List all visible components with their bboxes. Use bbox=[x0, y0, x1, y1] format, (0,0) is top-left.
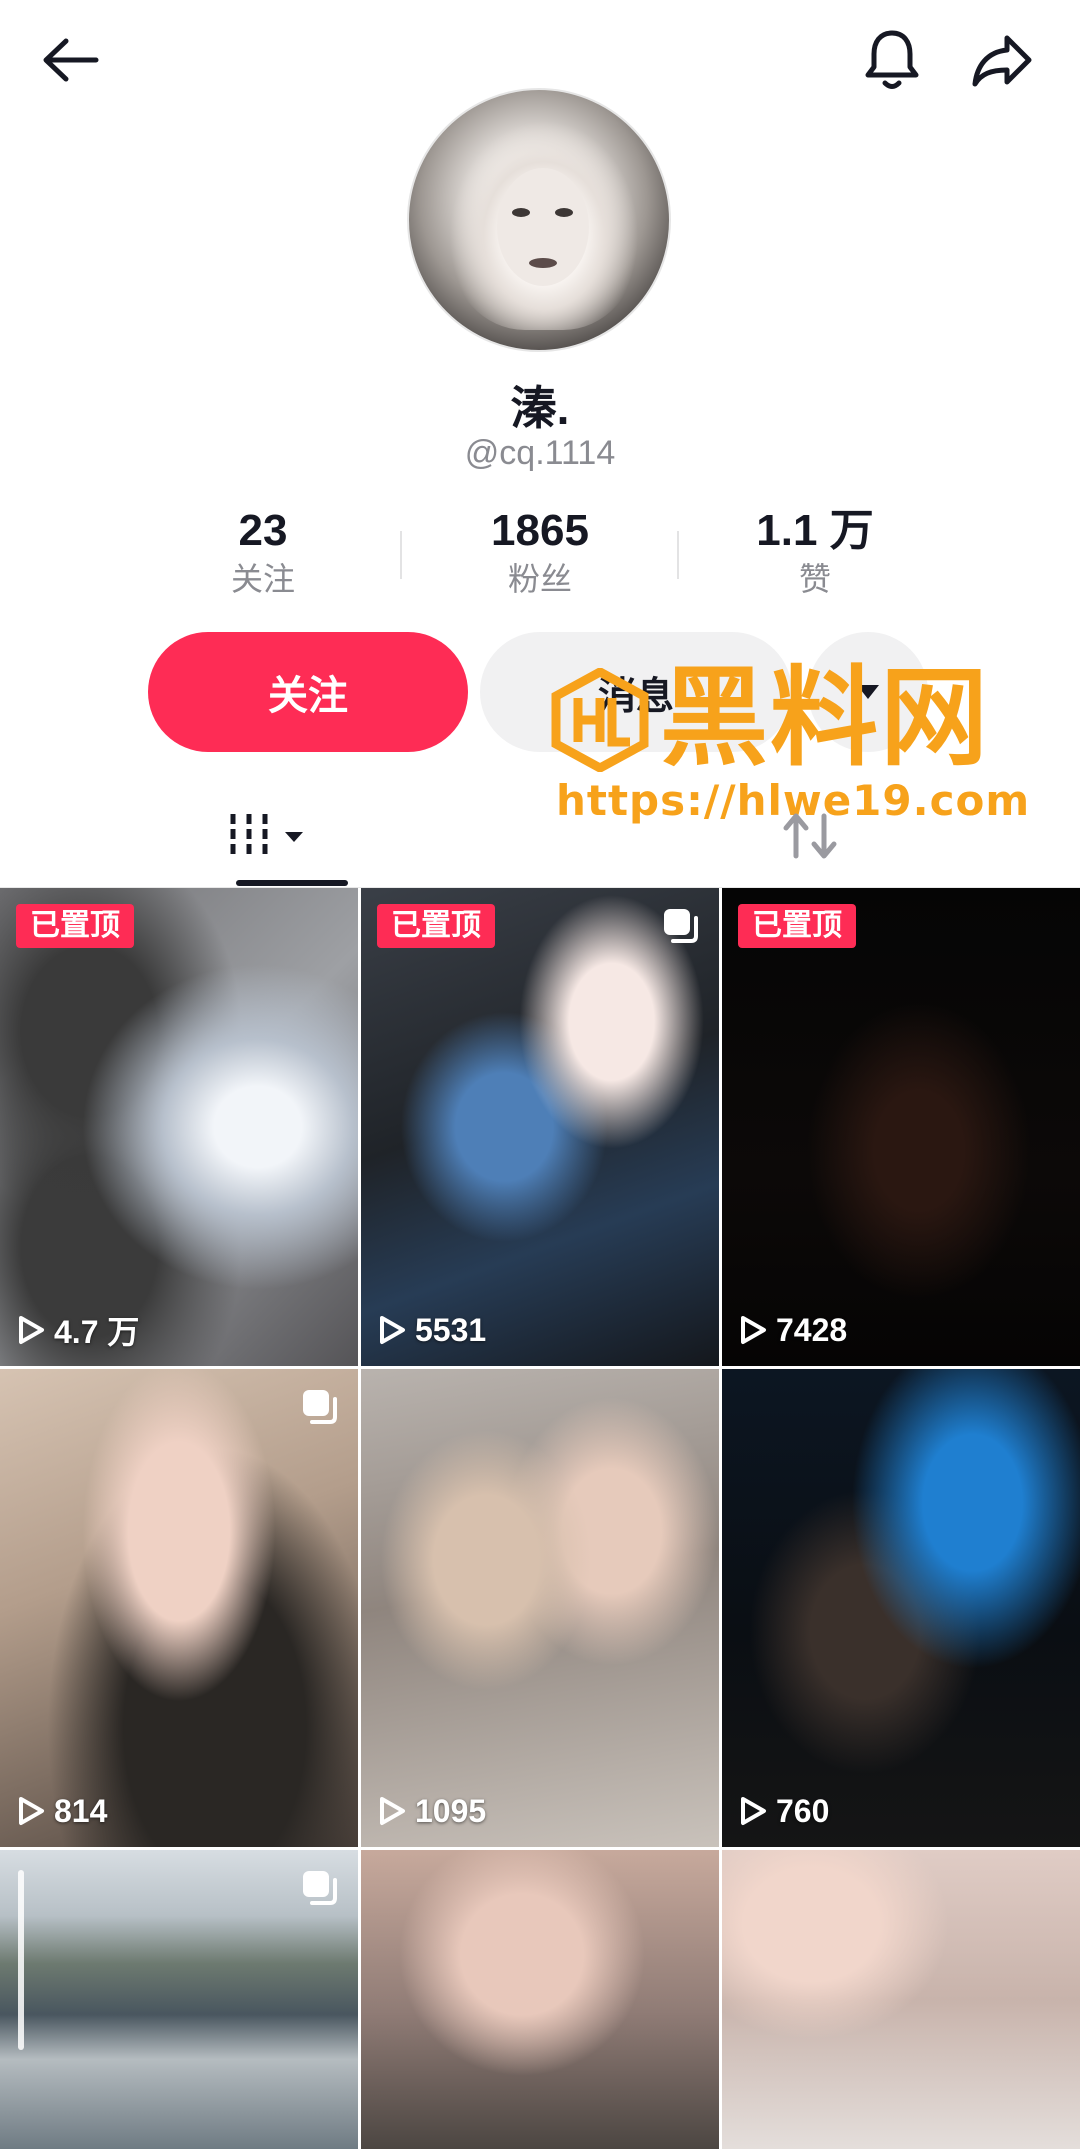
stat-following-label: 关注 bbox=[230, 561, 295, 597]
play-count: 7428 bbox=[738, 1308, 847, 1352]
repost-icon bbox=[783, 813, 837, 859]
play-count-value: 7428 bbox=[776, 1311, 848, 1348]
video-tile[interactable] bbox=[361, 1850, 719, 2149]
play-icon bbox=[741, 1797, 766, 1825]
play-count: 760 bbox=[738, 1789, 829, 1833]
multi-photo-icon bbox=[303, 1871, 337, 1905]
multi-photo-icon bbox=[664, 909, 698, 943]
play-count-value: 814 bbox=[54, 1792, 108, 1829]
video-thumbnail bbox=[361, 1850, 719, 2149]
video-thumbnail bbox=[722, 1850, 1080, 2149]
avatar-face bbox=[497, 168, 589, 286]
play-icon bbox=[19, 1797, 44, 1825]
notification-button[interactable] bbox=[852, 20, 932, 100]
stat-following[interactable]: 23 关注 bbox=[143, 505, 383, 601]
follow-button[interactable]: 关注 bbox=[148, 632, 468, 752]
tab-active-indicator bbox=[236, 880, 348, 886]
video-thumbnail bbox=[0, 1369, 358, 1847]
play-count-value: 5531 bbox=[415, 1311, 487, 1348]
video-tile[interactable]: 760 bbox=[722, 1369, 1080, 1847]
pinned-badge: 已置顶 bbox=[738, 904, 856, 948]
video-thumbnail bbox=[722, 888, 1080, 1366]
multi-photo-icon bbox=[303, 1390, 337, 1424]
avatar-eye-right bbox=[555, 208, 573, 217]
play-count-value: 760 bbox=[776, 1792, 830, 1829]
avatar[interactable] bbox=[407, 88, 671, 352]
profile-nickname: 溱. bbox=[510, 382, 570, 434]
stat-followers-label: 粉丝 bbox=[507, 561, 572, 597]
play-icon bbox=[380, 1316, 405, 1344]
video-tile[interactable]: 1095 bbox=[361, 1369, 719, 1847]
play-icon bbox=[380, 1797, 405, 1825]
play-count-value: 1095 bbox=[415, 1792, 487, 1829]
pinned-badge: 已置顶 bbox=[377, 904, 495, 948]
play-icon bbox=[19, 1316, 44, 1344]
profile-actions: 关注 消息 bbox=[0, 632, 1080, 752]
video-tile[interactable] bbox=[722, 1850, 1080, 2149]
video-thumbnail bbox=[0, 888, 358, 1366]
video-grid-icon bbox=[230, 814, 303, 858]
play-count: 5531 bbox=[377, 1308, 486, 1352]
video-grid: 已置顶 4.7 万 已置顶 5531 已置顶 7428 814 1095 760 bbox=[0, 888, 1080, 2149]
bell-icon bbox=[865, 30, 919, 89]
video-tile[interactable] bbox=[0, 1850, 358, 2149]
stat-likes-count: 1.1 万 bbox=[756, 506, 874, 555]
video-tile[interactable]: 已置顶 4.7 万 bbox=[0, 888, 358, 1366]
video-tile[interactable]: 814 bbox=[0, 1369, 358, 1847]
video-thumbnail bbox=[361, 888, 719, 1366]
stat-followers-count: 1865 bbox=[491, 506, 589, 555]
profile-handle: @cq.1114 bbox=[464, 434, 616, 472]
tab-reposts[interactable] bbox=[540, 784, 1080, 888]
avatar-eye-left bbox=[512, 208, 530, 217]
share-button[interactable] bbox=[962, 20, 1042, 100]
stat-following-count: 23 bbox=[238, 506, 288, 555]
stat-divider bbox=[677, 531, 679, 579]
video-tile[interactable]: 已置顶 7428 bbox=[722, 888, 1080, 1366]
share-icon bbox=[972, 35, 1032, 87]
stat-likes-label: 赞 bbox=[798, 561, 831, 597]
video-thumbnail bbox=[722, 1369, 1080, 1847]
more-button[interactable] bbox=[808, 632, 928, 752]
play-icon bbox=[741, 1316, 766, 1344]
stat-followers[interactable]: 1865 粉丝 bbox=[420, 505, 660, 601]
stat-likes[interactable]: 1.1 万 赞 bbox=[695, 505, 935, 601]
play-count: 4.7 万 bbox=[16, 1308, 139, 1352]
play-count: 1095 bbox=[377, 1789, 486, 1833]
profile-stats: 23 关注 1865 粉丝 1.1 万 赞 bbox=[0, 505, 1080, 605]
message-button[interactable]: 消息 bbox=[480, 632, 792, 752]
stat-divider bbox=[400, 531, 402, 579]
play-count: 814 bbox=[16, 1789, 107, 1833]
video-tile[interactable]: 已置顶 5531 bbox=[361, 888, 719, 1366]
tab-videos[interactable] bbox=[0, 784, 540, 888]
pinned-badge: 已置顶 bbox=[16, 904, 134, 948]
arrow-left-icon bbox=[43, 38, 99, 82]
back-button[interactable] bbox=[30, 20, 110, 100]
triangle-down-icon bbox=[857, 685, 879, 699]
avatar-mouth bbox=[529, 258, 557, 268]
profile-tabs bbox=[0, 784, 1080, 888]
play-count-value: 4.7 万 bbox=[54, 1314, 140, 1350]
video-thumbnail bbox=[361, 1369, 719, 1847]
scrollbar-thumb[interactable] bbox=[18, 1870, 24, 2050]
